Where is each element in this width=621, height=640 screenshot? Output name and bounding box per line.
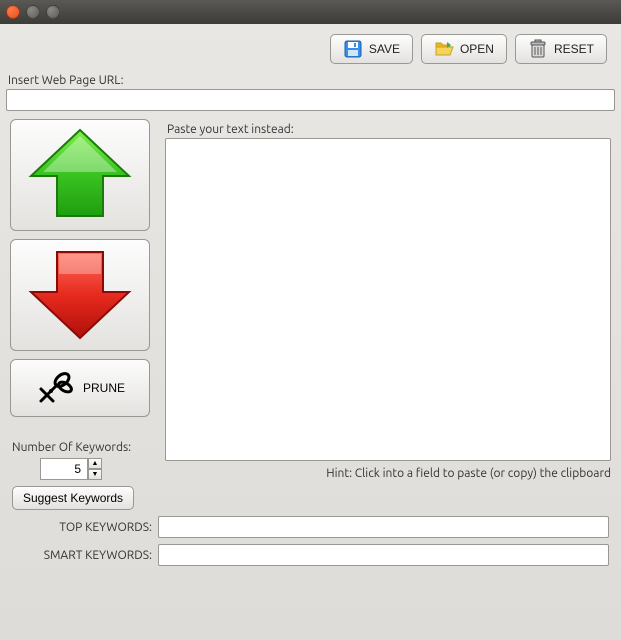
- text-input-area[interactable]: [165, 138, 611, 461]
- num-keywords-section: Number Of Keywords: ▲ ▼: [10, 437, 155, 480]
- smart-keywords-row: SMART KEYWORDS:: [12, 544, 609, 566]
- window-maximize-button[interactable]: [46, 5, 60, 19]
- top-keywords-row: TOP KEYWORDS:: [12, 516, 609, 538]
- bottom-section: Suggest Keywords TOP KEYWORDS: SMART KEY…: [6, 480, 615, 566]
- arrow-down-icon: [25, 246, 135, 345]
- spinner-down-button[interactable]: ▼: [88, 469, 102, 480]
- down-arrow-button[interactable]: [10, 239, 150, 351]
- trash-icon: [528, 39, 548, 59]
- paste-text-label: Paste your text instead:: [167, 123, 609, 136]
- top-toolbar: SAVE OPEN: [6, 30, 615, 70]
- url-input[interactable]: [6, 89, 615, 111]
- window-minimize-button[interactable]: [26, 5, 40, 19]
- left-column: PRUNE Number Of Keywords: ▲ ▼: [10, 119, 155, 480]
- hint-label: Hint: Click into a field to paste (or co…: [165, 467, 611, 480]
- window-titlebar: [0, 0, 621, 24]
- open-icon: [434, 39, 454, 59]
- spinner-up-button[interactable]: ▲: [88, 458, 102, 469]
- open-button[interactable]: OPEN: [421, 34, 507, 64]
- prune-label: PRUNE: [83, 381, 125, 395]
- smart-keywords-label: SMART KEYWORDS:: [12, 549, 152, 562]
- reset-button[interactable]: RESET: [515, 34, 607, 64]
- right-column: Paste your text instead: Hint: Click int…: [165, 119, 611, 480]
- num-keywords-spinner: ▲ ▼: [40, 458, 155, 480]
- up-arrow-button[interactable]: [10, 119, 150, 231]
- window-close-button[interactable]: [6, 5, 20, 19]
- suggest-keywords-button[interactable]: Suggest Keywords: [12, 486, 134, 510]
- main-area: PRUNE Number Of Keywords: ▲ ▼ Paste your…: [6, 119, 615, 480]
- reset-label: RESET: [554, 42, 594, 56]
- window-body: SAVE OPEN: [0, 24, 621, 640]
- smart-keywords-input[interactable]: [158, 544, 609, 566]
- url-label: Insert Web Page URL:: [8, 74, 613, 87]
- prune-button[interactable]: PRUNE: [10, 359, 150, 417]
- top-keywords-label: TOP KEYWORDS:: [12, 521, 152, 534]
- open-label: OPEN: [460, 42, 494, 56]
- top-keywords-input[interactable]: [158, 516, 609, 538]
- num-keywords-label: Number Of Keywords:: [12, 441, 153, 454]
- save-label: SAVE: [369, 42, 400, 56]
- save-button[interactable]: SAVE: [330, 34, 413, 64]
- save-icon: [343, 39, 363, 59]
- prune-icon: [35, 367, 75, 410]
- num-keywords-input[interactable]: [40, 458, 88, 480]
- arrow-up-icon: [25, 126, 135, 225]
- suggest-label: Suggest Keywords: [23, 491, 123, 505]
